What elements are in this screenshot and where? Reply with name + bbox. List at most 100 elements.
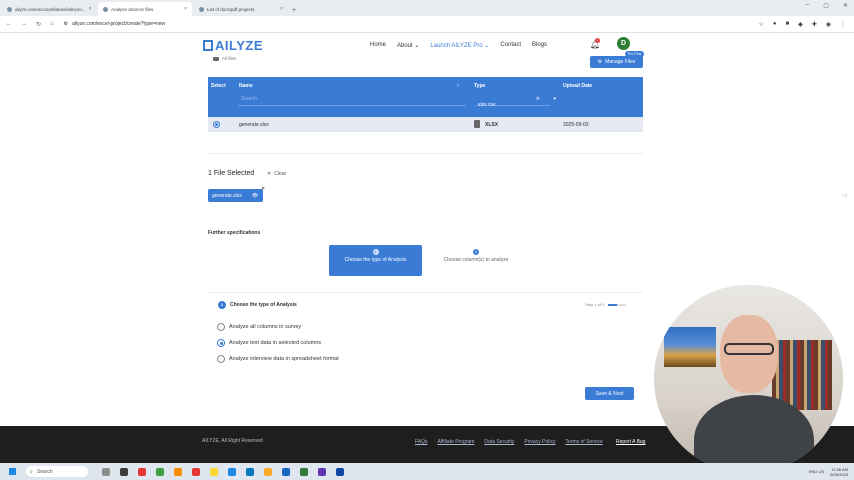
eye-icon[interactable]: 👁︎ <box>252 193 258 199</box>
footer-link-faqs[interactable]: FAQs <box>415 439 428 445</box>
step-1-tab[interactable]: 1 Choose the type of Analysis <box>329 245 422 276</box>
app-icon[interactable] <box>174 467 182 476</box>
language-indicator[interactable]: ENG US <box>809 469 824 474</box>
profile-icon[interactable]: ◉ <box>826 21 831 28</box>
option-analyze-interview-data[interactable]: Analyze interview data in spreadsheet fo… <box>217 355 339 363</box>
app-icon[interactable] <box>264 467 272 476</box>
clock[interactable]: 11:36 AM 6/09/2025 <box>830 467 848 477</box>
clear-selection-button[interactable]: ✕ Clear <box>267 171 286 177</box>
site-info-icon[interactable]: ⚙ <box>64 21 68 27</box>
option-radio[interactable] <box>217 355 225 363</box>
minimize-icon[interactable]: – <box>806 2 809 9</box>
option-radio[interactable] <box>217 323 225 331</box>
remove-file-icon[interactable]: ✕ <box>261 186 265 192</box>
bookmark-star-icon[interactable]: ☆ <box>758 21 763 28</box>
clear-filter-icon[interactable]: ✕ <box>536 96 540 102</box>
column-header-select: Select <box>211 83 226 89</box>
footer-link-privacy[interactable]: Privacy Policy <box>524 439 555 445</box>
table-spacer <box>208 132 643 154</box>
table-row[interactable]: generate.xlsx XLSX 2025-09-03 <box>208 117 643 132</box>
clear-search-icon[interactable]: ✕ <box>456 83 460 89</box>
file-name: generate.xlsx <box>239 122 269 128</box>
close-icon[interactable]: × <box>280 6 283 12</box>
app-icon[interactable] <box>192 467 200 476</box>
home-icon[interactable]: ⌂ <box>50 21 54 28</box>
close-window-icon[interactable]: ✕ <box>843 2 848 9</box>
option-analyze-text-data[interactable]: Analyze text data in selected columns <box>217 339 321 347</box>
name-search-input[interactable]: Search <box>238 96 466 106</box>
clear-label: Clear <box>274 171 287 177</box>
tab-title: ailyze.com/account/ideas/edit-pro... <box>15 6 86 12</box>
column-header-type: Type <box>474 83 486 89</box>
logo-mark-icon <box>203 40 213 51</box>
option-radio[interactable] <box>217 339 225 347</box>
chevron-down-icon[interactable]: ▾ <box>553 96 556 102</box>
breadcrumb[interactable]: All files <box>213 56 236 61</box>
nav-about[interactable]: About ⌄ <box>397 42 419 49</box>
column-header-name: Name <box>239 83 253 89</box>
browser-tab[interactable]: List of docs/pdf projects × <box>194 2 288 16</box>
report-bug-link[interactable]: Report A Bug <box>616 439 645 445</box>
extension-icon[interactable]: ◆ <box>798 21 803 28</box>
favicon-icon <box>103 6 108 12</box>
feedback-icon[interactable]: ◁ <box>842 192 847 199</box>
selected-file-chip[interactable]: generate.xlsx 👁︎ <box>208 189 263 202</box>
windows-start-icon[interactable] <box>9 468 16 475</box>
file-type-icon <box>474 120 480 128</box>
clock-date: 6/09/2025 <box>830 471 848 477</box>
extension-icon[interactable]: ■ <box>785 21 789 28</box>
os-taskbar: ⌕ Search ENG US 11:36 AM 6/09/2025 <box>0 463 854 480</box>
further-specifications-title: Further specifications <box>208 230 261 236</box>
app-icon[interactable] <box>210 467 218 476</box>
row-select-radio[interactable] <box>213 121 220 128</box>
column-header-upload-date: Upload Date <box>563 83 593 89</box>
notification-bell-icon[interactable]: 🔔︎ 1 <box>590 38 600 49</box>
footer-link-data-security[interactable]: Data Security <box>484 439 514 445</box>
extensions-puzzle-icon[interactable]: ✚ <box>812 21 817 28</box>
step-2-tab[interactable]: 2 Choose column(s) to analyze <box>432 245 520 276</box>
url-field[interactable]: ⚙ ailyze.com/excel-project/create?type=n… <box>64 21 759 27</box>
step-indicator: Step 1 of 2 <box>585 302 627 307</box>
avatar[interactable]: D <box>617 37 630 50</box>
extension-icon[interactable]: ● <box>773 21 777 28</box>
back-icon[interactable]: ← <box>6 21 12 28</box>
taskbar-search[interactable]: ⌕ Search <box>26 466 88 477</box>
footer-link-terms[interactable]: Terms of Service <box>566 439 603 445</box>
nav-blogs[interactable]: Blogs <box>532 42 547 49</box>
close-icon[interactable]: × <box>184 6 187 12</box>
browser-tab[interactable]: ailyze.com/account/ideas/edit-pro... × <box>2 2 96 16</box>
app-icon[interactable] <box>102 467 110 476</box>
step-number: 1 <box>218 301 226 309</box>
step-number: 2 <box>473 249 479 255</box>
file-table-header: Select Name Type Upload Date Search ✕ xl… <box>208 77 643 117</box>
card-title-text: Choose the type of Analysis <box>230 302 297 308</box>
app-icon[interactable] <box>282 467 290 476</box>
logo[interactable]: AILYZE <box>203 38 263 53</box>
nav-launch-pro[interactable]: Launch AILYZE Pro ⌄ <box>430 42 489 49</box>
chip-label: generate.xlsx <box>212 192 242 199</box>
app-icon[interactable] <box>228 467 236 476</box>
type-filter-select[interactable]: xlsx csv ✕ ▾ <box>476 96 556 108</box>
browser-menu-icon[interactable]: ⋮ <box>840 21 846 28</box>
app-icon[interactable] <box>156 467 164 476</box>
app-icon[interactable] <box>336 467 344 476</box>
footer-link-affiliate[interactable]: Affiliate Program <box>438 439 475 445</box>
app-icon[interactable] <box>318 467 326 476</box>
close-icon[interactable]: × <box>89 6 92 12</box>
app-icon[interactable] <box>246 467 254 476</box>
browser-tab-active[interactable]: Analyze xlsx/csv files × <box>98 2 192 16</box>
site-header: AILYZE Home About ⌄ Launch AILYZE Pro ⌄ … <box>0 33 854 57</box>
nav-home[interactable]: Home <box>370 42 386 49</box>
app-icon[interactable] <box>120 467 128 476</box>
save-next-button[interactable]: Save & Next <box>585 387 634 400</box>
manage-files-button[interactable]: ⚙ Manage Files <box>590 56 643 68</box>
forward-icon[interactable]: → <box>21 21 27 28</box>
nav-contact[interactable]: Contact <box>500 42 521 49</box>
reload-icon[interactable]: ↻ <box>36 21 41 28</box>
step-label: Choose the type of Analysis <box>344 257 407 263</box>
option-analyze-all-columns[interactable]: Analyze all columns in survey <box>217 323 301 331</box>
maximize-icon[interactable]: ▢ <box>823 2 829 9</box>
new-tab-button[interactable]: + <box>292 7 296 14</box>
app-icon[interactable] <box>300 467 308 476</box>
app-icon[interactable] <box>138 467 146 476</box>
